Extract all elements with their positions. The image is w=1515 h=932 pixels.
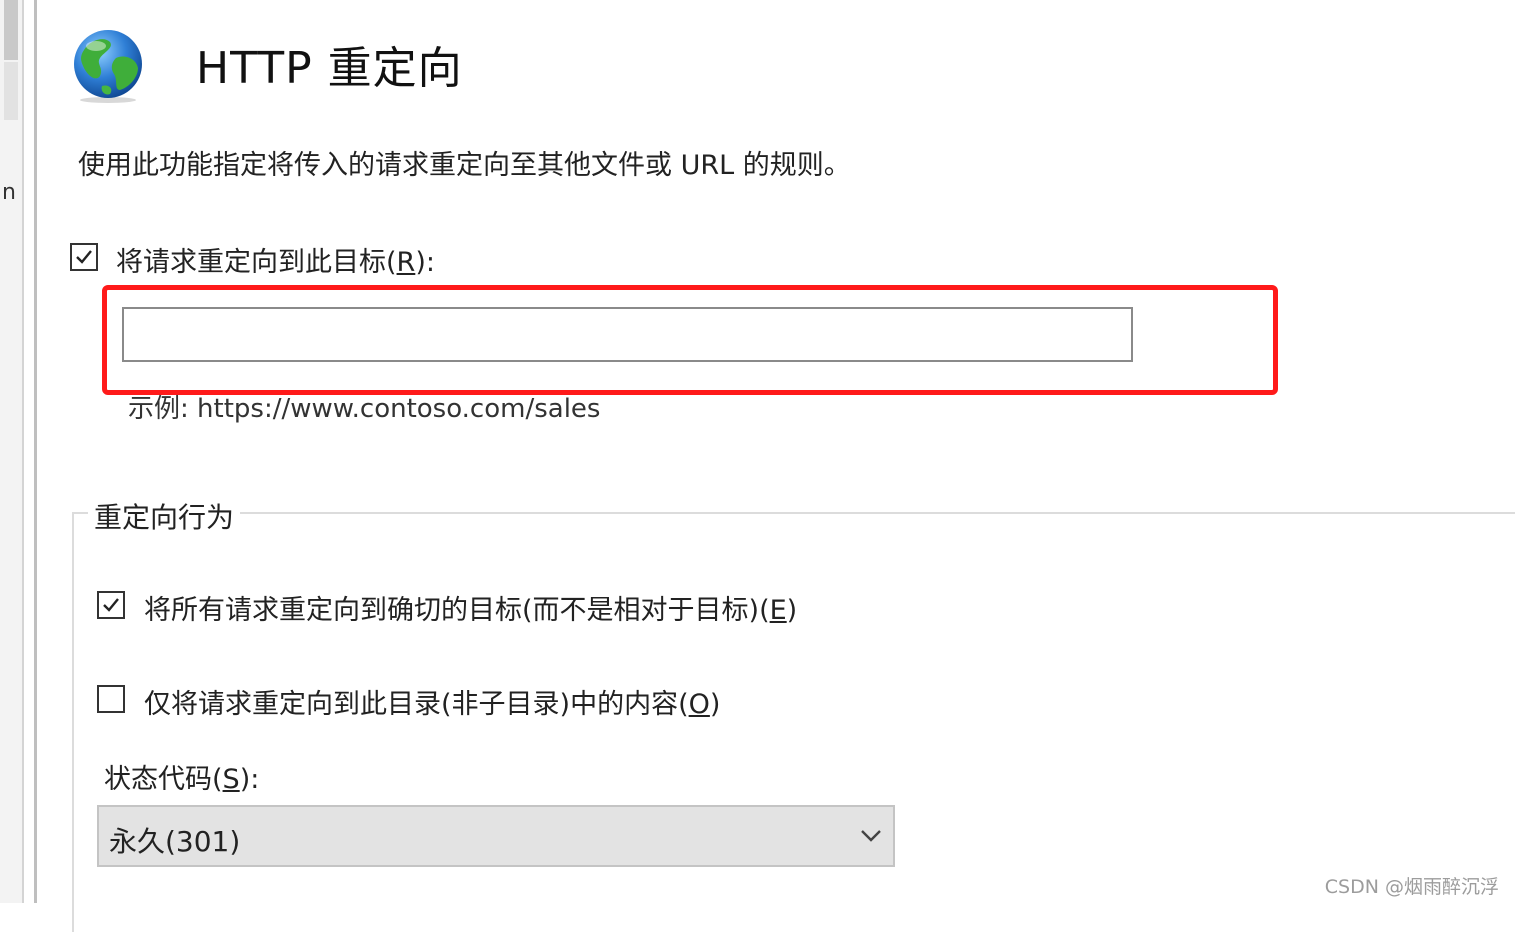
scrollbar-track[interactable]: [4, 62, 18, 120]
redirect-target-input[interactable]: [122, 307, 1133, 362]
only-this-directory-label[interactable]: 仅将请求重定向到此目录(非子目录)中的内容(O): [144, 682, 720, 721]
status-code-label: 状态代码(S):: [104, 764, 260, 795]
only-this-directory-checkbox[interactable]: [97, 685, 125, 713]
checkmark-icon: [76, 250, 92, 264]
left-pane-text-fragment: n: [2, 180, 16, 205]
redirect-behavior-legend: 重定向行为: [88, 496, 241, 536]
watermark: CSDN @烟雨醉沉浮: [1324, 876, 1499, 898]
checkmark-icon: [103, 598, 119, 612]
exact-destination-label[interactable]: 将所有请求重定向到确切的目标(而不是相对于目标)(E): [144, 588, 797, 627]
redirect-behavior-group: [72, 512, 1515, 932]
example-hint: 示例: https://www.contoso.com/sales: [128, 394, 601, 424]
exact-destination-checkbox[interactable]: [97, 591, 125, 619]
scrollbar-thumb[interactable]: [4, 0, 18, 60]
status-code-selected-value: 永久(301): [109, 825, 241, 858]
redirect-target-label[interactable]: 将请求重定向到此目标(R):: [116, 240, 435, 279]
left-pane-strip: n: [0, 0, 22, 903]
redirect-target-checkbox[interactable]: [70, 243, 98, 271]
pane-splitter[interactable]: [34, 0, 37, 903]
page-title: HTTP 重定向: [196, 43, 463, 94]
chevron-down-icon: [861, 830, 881, 842]
globe-icon: [70, 28, 146, 104]
pane-divider: [22, 0, 24, 903]
feature-description: 使用此功能指定将传入的请求重定向至其他文件或 URL 的规则。: [78, 150, 851, 181]
status-code-select[interactable]: 永久(301): [97, 805, 895, 867]
